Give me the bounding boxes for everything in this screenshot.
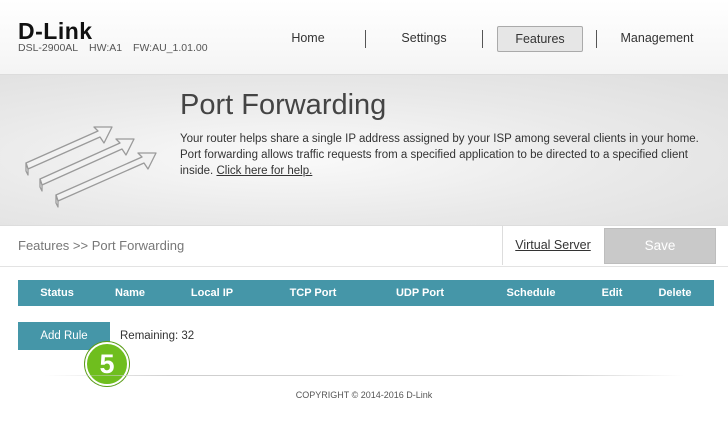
nav-separator xyxy=(482,30,483,48)
breadcrumb: Features >> Port Forwarding xyxy=(18,238,185,253)
model-info: DSL-2900AL HW:A1 FW:AU_1.01.00 xyxy=(18,42,216,54)
nav-separator xyxy=(365,30,366,48)
rules-table-header: Status Name Local IP TCP Port UDP Port S… xyxy=(18,280,714,306)
model-name: DSL-2900AL xyxy=(18,42,79,54)
nav-settings[interactable]: Settings xyxy=(385,26,463,50)
page-title: Port Forwarding xyxy=(180,89,387,121)
nav-separator xyxy=(596,30,597,48)
column-local-ip: Local IP xyxy=(190,287,234,299)
hardware-version: HW:A1 xyxy=(89,42,123,54)
nav-management[interactable]: Management xyxy=(612,26,702,50)
column-udp-port: UDP Port xyxy=(395,287,445,299)
column-delete: Delete xyxy=(658,287,692,299)
virtual-server-link[interactable]: Virtual Server xyxy=(502,226,603,265)
save-button[interactable]: Save xyxy=(604,228,716,264)
help-link[interactable]: Click here for help. xyxy=(216,165,312,177)
column-status: Status xyxy=(40,287,74,299)
top-header: D-Link DSL-2900AL HW:A1 FW:AU_1.01.00 Ho… xyxy=(0,0,728,75)
nav-features[interactable]: Features xyxy=(497,26,583,52)
remaining-count: 32 xyxy=(181,330,195,342)
main-nav: Home Settings Features Management xyxy=(250,26,720,52)
column-schedule: Schedule xyxy=(506,287,556,299)
remaining-rules: Remaining: 32 xyxy=(120,330,194,342)
column-edit: Edit xyxy=(601,287,623,299)
page-banner: Port Forwarding Your router helps share … xyxy=(0,75,728,225)
column-tcp-port: TCP Port xyxy=(289,287,337,299)
column-name: Name xyxy=(115,287,145,299)
remaining-label: Remaining: xyxy=(120,330,179,342)
firmware-version: FW:AU_1.01.00 xyxy=(133,42,208,54)
nav-home[interactable]: Home xyxy=(270,26,346,50)
page-description: Your router helps share a single IP addr… xyxy=(180,131,720,179)
step-number-badge: 5 xyxy=(85,342,129,386)
dlink-logo: D-Link xyxy=(18,18,93,44)
breadcrumb-bar: Features >> Port Forwarding Virtual Serv… xyxy=(0,225,728,267)
footer-divider xyxy=(44,375,684,376)
port-forwarding-arrows-icon xyxy=(25,126,157,208)
copyright: COPYRIGHT © 2014-2016 D-Link xyxy=(295,390,433,400)
